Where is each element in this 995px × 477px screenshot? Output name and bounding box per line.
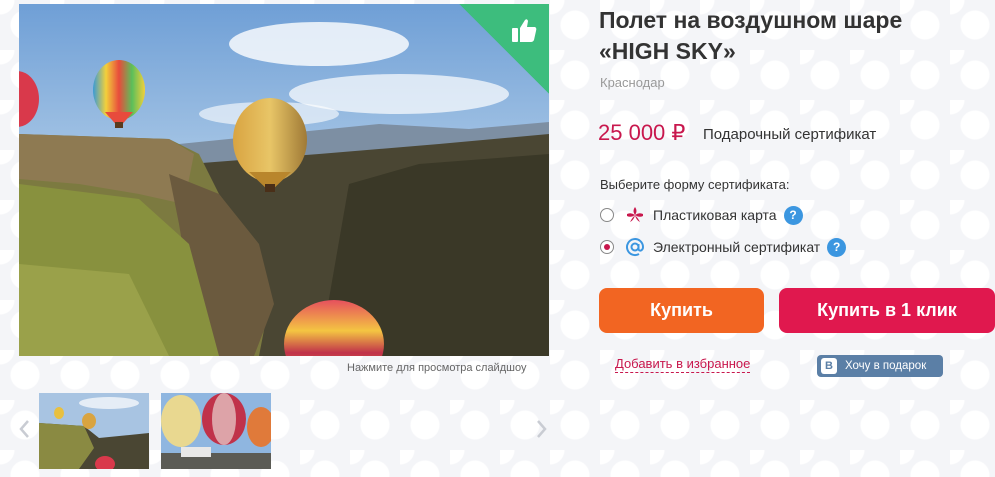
at-icon — [625, 237, 645, 257]
radio-plastic-card[interactable] — [600, 208, 614, 222]
main-photo[interactable] — [19, 4, 549, 356]
help-icon[interactable]: ? — [827, 237, 847, 257]
city-label: Краснодар — [600, 75, 665, 90]
chevron-right-icon — [537, 420, 547, 438]
price-type: Подарочный сертификат — [703, 126, 877, 143]
help-icon[interactable]: ? — [783, 205, 803, 225]
recommended-badge — [459, 4, 549, 94]
flower-icon — [625, 205, 645, 225]
thumbnail-prev-button[interactable] — [17, 418, 31, 440]
product-title: Полет на воздушном шаре «HIGH SKY» — [599, 7, 903, 64]
price: 25 000 ₽ — [598, 120, 686, 145]
buy-one-click-button[interactable]: Купить в 1 клик — [779, 288, 995, 333]
certificate-form-label: Выберите форму сертификата: — [600, 177, 790, 192]
thumbnail-next-button[interactable] — [535, 418, 549, 440]
thumbnail-balloons-image — [161, 393, 271, 469]
vk-wish-label: Хочу в подарок — [845, 360, 927, 372]
thumbnail-canyon-image — [39, 393, 149, 469]
thumbs-up-icon — [512, 19, 537, 42]
option-label: Пластиковая карта — [653, 207, 777, 223]
radio-e-certificate[interactable] — [600, 240, 614, 254]
option-label: Электронный сертификат — [653, 239, 821, 255]
vk-wish-button[interactable]: B Хочу в подарок — [817, 355, 943, 377]
add-to-favorites-link[interactable]: Добавить в избранное — [615, 356, 751, 373]
thumbnail-2[interactable] — [161, 393, 271, 469]
buy-button[interactable]: Купить — [599, 288, 764, 333]
chevron-left-icon — [19, 420, 29, 438]
option-e-certificate[interactable]: Электронный сертификат ? — [600, 236, 847, 258]
option-plastic-card[interactable]: Пластиковая карта ? — [600, 204, 803, 226]
slideshow-hint: Нажмите для просмотра слайдшоу — [347, 362, 527, 374]
thumbnail-1[interactable] — [39, 393, 149, 469]
vk-icon: B — [821, 358, 837, 374]
